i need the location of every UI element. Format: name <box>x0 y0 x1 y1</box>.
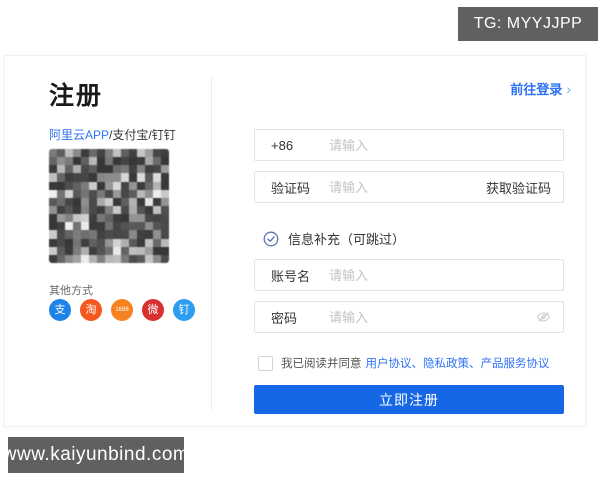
weibo-icon[interactable]: 微 <box>142 299 164 321</box>
site-url-badge: www.kaiyunbind.com <box>3 437 189 473</box>
agreement-link[interactable]: 用户协议 <box>366 358 412 370</box>
sms-code-label: 验证码 <box>271 180 311 196</box>
qr-method-aliyun-app[interactable]: 阿里云APP <box>49 128 109 142</box>
get-sms-code-button[interactable]: 获取验证码 <box>486 178 551 197</box>
password-field-row: 密码 <box>254 301 564 333</box>
agreement-link-separator: 、 <box>411 358 424 370</box>
agreement-row: 我已阅读并同意 用户协议、隐私政策、产品服务协议 <box>258 355 550 371</box>
register-now-button[interactable]: 立即注册 <box>254 385 564 414</box>
page-title: 注册 <box>49 82 104 110</box>
account-name-input[interactable] <box>327 266 563 284</box>
qr-code <box>49 149 169 263</box>
phone-input[interactable] <box>327 136 563 154</box>
register-card: 注册 阿里云APP/支付宝/钉钉 其他方式 支淘 1688 微钉 前往登录 › +8… <box>4 55 586 427</box>
social-login-row: 支淘 1688 微钉 <box>49 299 195 321</box>
eye-off-icon <box>536 312 551 322</box>
country-code-selector[interactable]: +86 <box>271 138 327 153</box>
agreement-link[interactable]: 隐私政策 <box>423 358 469 370</box>
password-label: 密码 <box>271 310 298 326</box>
chevron-right-icon: › <box>566 80 571 97</box>
password-input[interactable] <box>327 308 536 326</box>
go-to-login-link[interactable]: 前往登录 › <box>510 79 571 98</box>
info-supplement-label: 信息补充（可跳过） <box>288 232 406 247</box>
vertical-divider <box>211 76 212 410</box>
phone-field-row: +86 <box>254 129 564 161</box>
other-methods-label: 其他方式 <box>49 285 93 297</box>
agreement-link-separator: 、 <box>469 358 481 370</box>
account-name-label: 账号名 <box>271 268 311 284</box>
agreement-links: 用户协议、隐私政策、产品服务协议 <box>366 355 550 371</box>
account-field-row: 账号名 <box>254 259 564 291</box>
check-circle-icon <box>263 231 279 246</box>
tg-contact-badge: TG: MYYJJPP <box>458 7 598 41</box>
qr-methods-label: 阿里云APP/支付宝/钉钉 <box>49 126 176 143</box>
taobao-icon[interactable]: 淘 <box>80 299 102 321</box>
agreement-link[interactable]: 产品服务协议 <box>481 358 550 370</box>
sms-code-input[interactable] <box>327 178 486 196</box>
dingtalk-icon[interactable]: 钉 <box>173 299 195 321</box>
alipay-icon[interactable]: 支 <box>49 299 71 321</box>
password-visibility-toggle[interactable] <box>536 311 551 323</box>
1688-icon[interactable]: 1688 <box>111 299 133 321</box>
qr-method-others: /支付宝/钉钉 <box>109 128 176 142</box>
info-supplement-row: 信息补充（可跳过） <box>263 229 405 248</box>
sms-code-field-row: 验证码 获取验证码 <box>254 171 564 203</box>
go-to-login-label: 前往登录 <box>510 82 563 97</box>
agreement-checkbox[interactable] <box>258 355 273 371</box>
registration-page: { "badges": { "tg": "TG: MYYJJPP", "site… <box>0 0 600 480</box>
agreement-prefix: 我已阅读并同意 <box>281 358 362 370</box>
